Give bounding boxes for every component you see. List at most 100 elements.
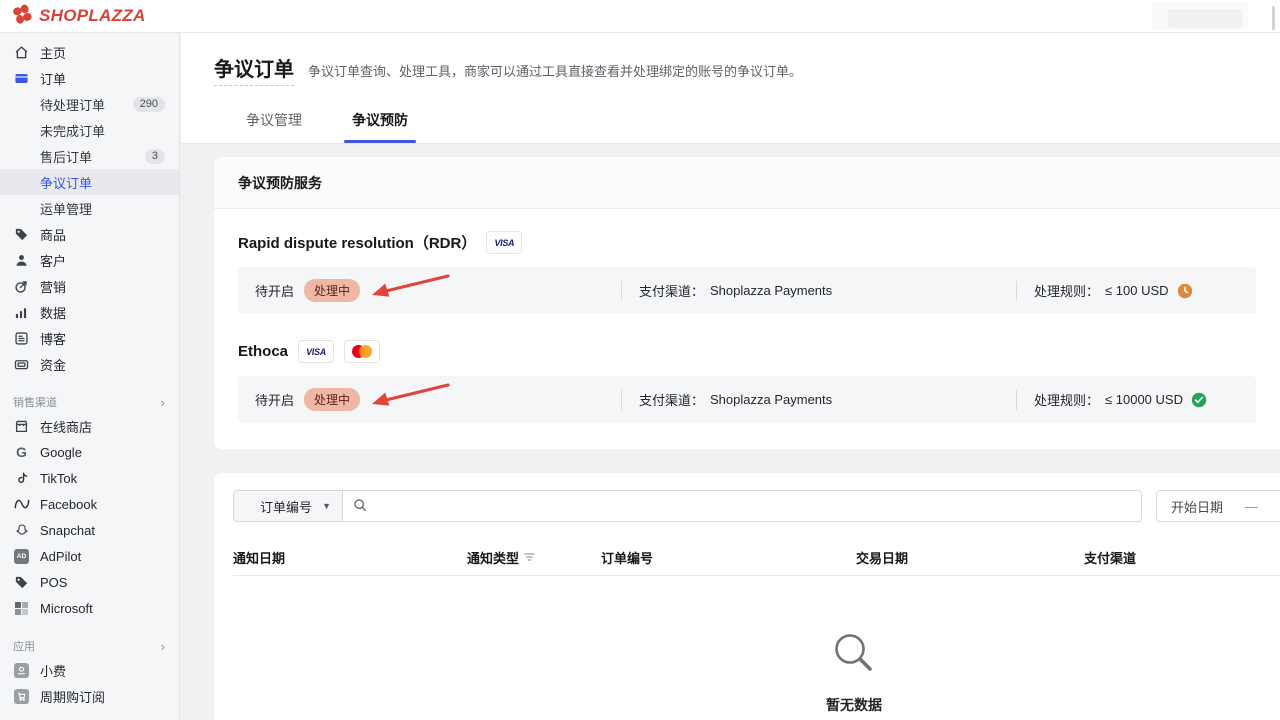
customers-icon [13,253,30,268]
sidebar-item-customers[interactable]: 客户 [0,247,179,273]
aftersale-orders-count-badge: 3 [145,149,165,164]
sidebar-item-orders[interactable]: 订单 [0,65,179,91]
finance-icon [13,357,30,372]
sidebar-item-facebook[interactable]: Facebook [0,491,179,517]
filter-row: 订单编号 ▼ 开始日期 — 结束日期 [233,490,1280,522]
sidebar-item-label: 在线商店 [40,417,92,436]
sidebar-item-products[interactable]: 商品 [0,221,179,247]
home-icon [13,45,30,60]
rule-value: ≤ 100 USD [1105,283,1169,298]
tab-dispute-management[interactable]: 争议管理 [238,102,310,143]
tips-icon [13,663,30,678]
sidebar-item-blog[interactable]: 博客 [0,325,179,351]
tiktok-icon [13,471,30,485]
sidebar-item-dispute-orders[interactable]: 争议订单 [0,169,179,195]
marketing-target-icon [13,279,30,294]
column-header-order-number[interactable]: 订单编号 [601,548,856,567]
channel-label: 支付渠道： [639,390,704,409]
microsoft-icon [13,602,30,615]
service-status: 待开启 [255,281,294,300]
scrollbar-thumb[interactable] [1272,6,1275,30]
search-icon [353,498,367,515]
column-header-transaction-date[interactable]: 交易日期 [856,548,1084,567]
account-name-redacted [1168,9,1242,28]
blog-icon [13,331,30,346]
sidebar-item-tiktok[interactable]: TikTok [0,465,179,491]
products-tag-icon [13,227,30,242]
pos-tag-icon [13,575,30,590]
filter-icon[interactable] [524,550,535,565]
sidebar-item-label: 售后订单 [40,147,92,166]
empty-state-text: 暂无数据 [826,695,882,715]
sidebar-section-sales-channels[interactable]: 销售渠道 › [0,391,179,413]
sidebar-item-label: TikTok [40,471,77,486]
tab-label: 争议管理 [246,112,302,128]
sidebar-item-finance[interactable]: 资金 [0,351,179,377]
sidebar-item-incomplete-orders[interactable]: 未完成订单 [0,117,179,143]
empty-state: 暂无数据 [233,576,1280,715]
chevron-right-icon: › [161,395,165,410]
sidebar-item-marketing[interactable]: 营销 [0,273,179,299]
search-box[interactable] [343,490,1142,522]
column-header-notify-type[interactable]: 通知类型 [467,548,601,567]
sidebar-item-label: Snapchat [40,523,95,538]
search-field-select[interactable]: 订单编号 ▼ [233,490,343,522]
service-name: Rapid dispute resolution（RDR） [238,232,476,253]
service-rdr-title-row: Rapid dispute resolution（RDR） VISA [238,231,1256,254]
chevron-down-icon: ▼ [322,501,331,511]
sidebar-item-google[interactable]: G Google [0,439,179,465]
service-name: Ethoca [238,343,288,360]
sidebar-item-aftersale-orders[interactable]: 售后订单 3 [0,143,179,169]
tab-bar: 争议管理 争议预防 [214,102,1280,143]
sidebar-item-pos[interactable]: POS [0,569,179,595]
sidebar-item-label: 博客 [40,329,66,348]
sidebar-item-analytics[interactable]: 数据 [0,299,179,325]
channel-label: 支付渠道： [639,281,704,300]
sidebar-item-home[interactable]: 主页 [0,39,179,65]
sidebar-section-apps[interactable]: 应用 › [0,635,179,657]
sidebar-item-label: 营销 [40,277,66,296]
visa-badge: VISA [298,340,334,363]
tab-label: 争议预防 [352,112,408,128]
status-processing-tag: 处理中 [304,279,360,302]
rule-label: 处理规则： [1034,281,1099,300]
sidebar-item-waybill[interactable]: 运单管理 [0,195,179,221]
date-range-picker[interactable]: 开始日期 — 结束日期 [1156,490,1280,522]
sidebar-item-subscription[interactable]: 周期购订阅 [0,683,179,709]
sidebar-item-snapchat[interactable]: Snapchat [0,517,179,543]
sidebar-item-label: 周期购订阅 [40,687,105,706]
mastercard-badge [344,340,380,363]
topbar: SHOPLAZZA [0,0,1280,33]
main-content: 争议订单 争议订单查询、处理工具，商家可以通过工具直接查看并处理绑定的账号的争议… [181,0,1280,720]
online-store-icon [13,419,30,434]
empty-search-icon [829,628,879,681]
sidebar-item-pending-orders[interactable]: 待处理订单 290 [0,91,179,117]
sidebar-item-label: 订单 [40,69,66,88]
sidebar-item-label: 客户 [40,251,66,270]
snapchat-ghost-icon [13,523,30,537]
shoplazza-logo[interactable]: SHOPLAZZA [12,4,146,28]
search-input[interactable] [374,499,1131,514]
page-subtitle: 争议订单查询、处理工具，商家可以通过工具直接查看并处理绑定的账号的争议订单。 [308,61,802,80]
sidebar-item-label: POS [40,575,67,590]
sidebar-item-label: 运单管理 [40,199,92,218]
pending-clock-icon [1177,283,1193,299]
sidebar-item-adpilot[interactable]: AD AdPilot [0,543,179,569]
date-start: 开始日期 [1171,497,1223,516]
annotation-arrow-icon [370,381,450,411]
column-header-notify-date[interactable]: 通知日期 [233,548,467,567]
annotation-arrow-icon [370,272,450,302]
prevention-services-card: 争议预防服务 Rapid dispute resolution（RDR） VIS… [214,157,1280,449]
sidebar-item-label: 待处理订单 [40,95,105,114]
tab-dispute-prevention[interactable]: 争议预防 [344,102,416,143]
status-processing-tag: 处理中 [304,388,360,411]
sidebar-item-tips[interactable]: 小费 [0,657,179,683]
date-separator: — [1245,499,1258,514]
sidebar-item-online-store[interactable]: 在线商店 [0,413,179,439]
sidebar-item-microsoft[interactable]: Microsoft [0,595,179,621]
active-tab-indicator [344,140,416,143]
column-header-payment-channel[interactable]: 支付渠道 [1084,548,1280,567]
prevention-section-title: 争议预防服务 [214,157,1280,209]
notifications-card: 订单编号 ▼ 开始日期 — 结束日期 通知日期 通知类型 [214,473,1280,720]
shoplazza-logo-text: SHOPLAZZA [39,6,146,26]
